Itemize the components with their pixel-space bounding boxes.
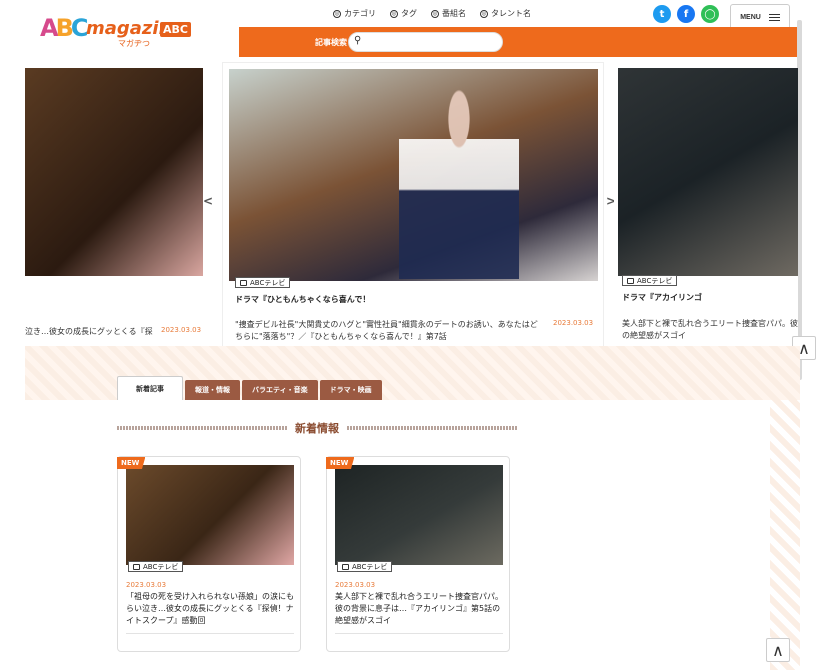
search-icon: ⚲: [354, 35, 362, 46]
tv-icon: [627, 277, 634, 284]
nav-label: タレント名: [491, 9, 531, 18]
search-bar: 記事検索 ⚲: [239, 27, 800, 57]
source-tag-label: ABCテレビ: [250, 278, 286, 287]
talent-icon: ◎: [480, 9, 488, 18]
source-tag-label: ABCテレビ: [143, 562, 179, 571]
tv-icon: [133, 563, 140, 570]
carousel-card-prev[interactable]: 泣き…彼女の成長にグッとくる『探 2023.03.03: [25, 68, 209, 348]
nav-category[interactable]: ◎ カテゴリ: [333, 8, 376, 19]
facebook-icon[interactable]: f: [677, 5, 695, 23]
twitter-icon[interactable]: t: [653, 5, 671, 23]
card-title: ドラマ『ひともんちゃくなら喜んで！: [235, 295, 371, 304]
section-title: 新着情報: [295, 422, 339, 435]
carousel-card-active[interactable]: ABCテレビ ドラマ『ひともんちゃくなら喜んで！ "捜査デビル社長"大関貴丈のハ…: [222, 62, 604, 352]
search-field[interactable]: ⚲: [348, 32, 503, 52]
card-desc: 美人部下と裸で乱れ合うエリート捜査官パパ。彼の絶望感がスゴイ: [622, 319, 798, 340]
source-tag-label: ABCテレビ: [352, 562, 388, 571]
logo-letter-a: A: [40, 14, 58, 42]
card-divider: [126, 633, 294, 634]
tab-variety-music[interactable]: バラエティ・音楽: [242, 380, 318, 400]
nav-label: カテゴリ: [344, 9, 376, 18]
tab-new-articles[interactable]: 新着記事: [117, 376, 183, 400]
logo-subtitle: マガヂつ: [118, 39, 150, 48]
source-tag: ABCテレビ: [128, 561, 184, 572]
card-desc: 泣き…彼女の成長にグッとくる『探: [25, 327, 153, 336]
chevron-up-icon: ∧: [772, 640, 784, 660]
carousel-image: [25, 68, 203, 276]
featured-carousel: 泣き…彼女の成長にグッとくる『探 2023.03.03 < ABCテレビ ドラマ…: [0, 62, 800, 363]
new-badge: NEW: [117, 457, 146, 469]
source-tag: ABCテレビ: [235, 277, 291, 288]
photo-subject: [399, 79, 519, 279]
heading-rule-left: [117, 426, 287, 430]
tv-icon: [240, 279, 247, 286]
source-tag: ABCテレビ: [622, 275, 678, 286]
site-logo[interactable]: ABC magazine ABC マガヂつ: [40, 14, 200, 50]
heading-rule-right: [347, 426, 517, 430]
page: ABC magazine ABC マガヂつ ◎ カテゴリ ◎ タグ ◎ 番組名 ◎ タレ…: [0, 0, 816, 670]
card-date: 2023.03.03: [553, 319, 594, 327]
carousel-image: [618, 68, 798, 276]
section-heading: 新着情報: [117, 420, 517, 436]
category-tabs: 新着記事 報道・情報 バラエティ・音楽 ドラマ・映画: [117, 376, 382, 400]
top-nav: ◎ カテゴリ ◎ タグ ◎ 番組名 ◎ タレント名: [333, 8, 531, 19]
news-card[interactable]: NEW ABCテレビ 2023.03.03 「祖母の死を受け入れられない孫娘」の…: [117, 456, 301, 652]
nav-program[interactable]: ◎ 番組名: [431, 8, 466, 19]
nav-talent[interactable]: ◎ タレント名: [480, 8, 531, 19]
menu-label: MENU: [740, 13, 761, 21]
card-title: ドラマ『アカイリンゴ: [622, 293, 702, 302]
news-date: 2023.03.03: [126, 581, 167, 589]
tag-icon: ◎: [390, 9, 398, 18]
right-rail-pattern: [770, 400, 800, 670]
news-title: 美人部下と裸で乱れ合うエリート捜査官パパ。彼の背景に息子は…『アカイリンゴ』第5…: [335, 592, 503, 625]
news-title: 「祖母の死を受け入れられない孫娘」の涙にもらい泣き…彼女の成長にグッとくる『探偵…: [126, 592, 294, 625]
card-date: 2023.03.03: [161, 326, 202, 334]
nav-tag[interactable]: ◎ タグ: [390, 8, 417, 19]
logo-letter-b: B: [55, 14, 74, 42]
source-tag: ABCテレビ: [337, 561, 393, 572]
program-icon: ◎: [431, 9, 439, 18]
social-links: t f ◯: [653, 5, 719, 23]
news-card[interactable]: NEW ABCテレビ 2023.03.03 美人部下と裸で乱れ合うエリート捜査官…: [326, 456, 510, 652]
carousel-image: [229, 69, 598, 281]
logo-letter-c: C: [70, 14, 89, 42]
logo-abc: ABC: [160, 22, 191, 37]
news-image: [126, 465, 294, 565]
search-label: 記事検索: [315, 38, 347, 47]
tab-drama-movie[interactable]: ドラマ・映画: [319, 380, 382, 400]
back-to-top-button-bottom[interactable]: ∧: [766, 638, 790, 662]
carousel-prev-arrow[interactable]: <: [203, 194, 213, 208]
source-tag-label: ABCテレビ: [637, 276, 673, 285]
search-input[interactable]: [367, 35, 497, 49]
line-icon[interactable]: ◯: [701, 5, 719, 23]
news-image: [335, 465, 503, 565]
hamburger-icon: [768, 13, 780, 21]
card-desc: "捜査デビル社長"大関貴丈のハグと"實性社員"細貫永のデートのお誘い、あなたはど…: [235, 320, 538, 341]
logo-cube: ABC: [40, 14, 89, 42]
nav-label: 番組名: [442, 9, 466, 18]
tv-icon: [342, 563, 349, 570]
category-icon: ◎: [333, 9, 341, 18]
nav-label: タグ: [401, 9, 417, 18]
card-divider: [335, 633, 503, 634]
carousel-card-next[interactable]: ABCテレビ ドラマ『アカイリンゴ 美人部下と裸で乱れ合うエリート捜査官パパ。彼…: [614, 68, 798, 348]
new-badge: NEW: [326, 457, 355, 469]
news-date: 2023.03.03: [335, 581, 376, 589]
tab-news-info[interactable]: 報道・情報: [185, 380, 240, 400]
